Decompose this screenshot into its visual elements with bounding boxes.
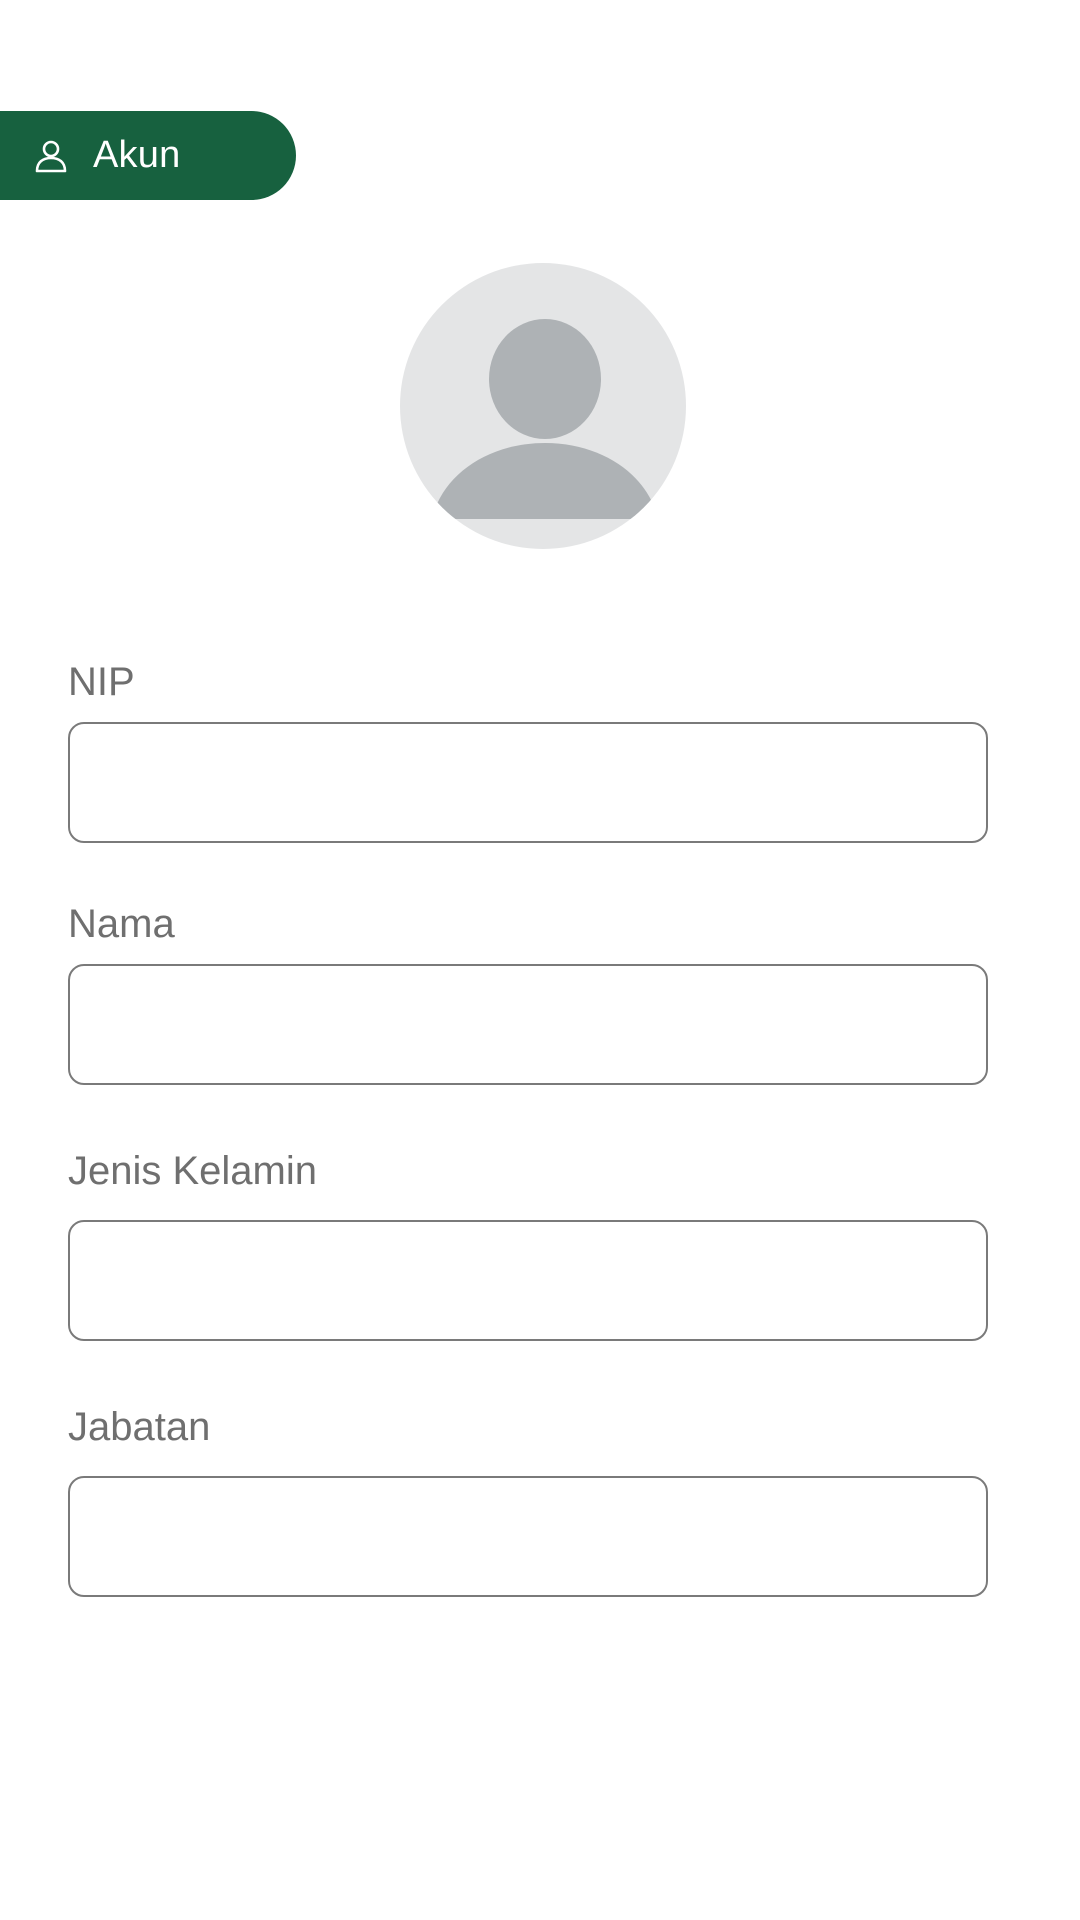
jabatan-label: Jabatan bbox=[68, 1405, 211, 1449]
account-tab[interactable]: Akun bbox=[0, 111, 296, 200]
person-icon bbox=[33, 138, 69, 174]
jenis-kelamin-input[interactable] bbox=[68, 1220, 988, 1341]
profile-avatar[interactable] bbox=[400, 263, 686, 549]
account-tab-label: Akun bbox=[93, 134, 181, 176]
nip-input[interactable] bbox=[68, 722, 988, 843]
nip-label: NIP bbox=[68, 660, 135, 704]
default-avatar-icon bbox=[400, 263, 686, 549]
nama-input[interactable] bbox=[68, 964, 988, 1085]
jabatan-input[interactable] bbox=[68, 1476, 988, 1597]
jenis-kelamin-label: Jenis Kelamin bbox=[68, 1149, 318, 1193]
nama-label: Nama bbox=[68, 902, 175, 946]
